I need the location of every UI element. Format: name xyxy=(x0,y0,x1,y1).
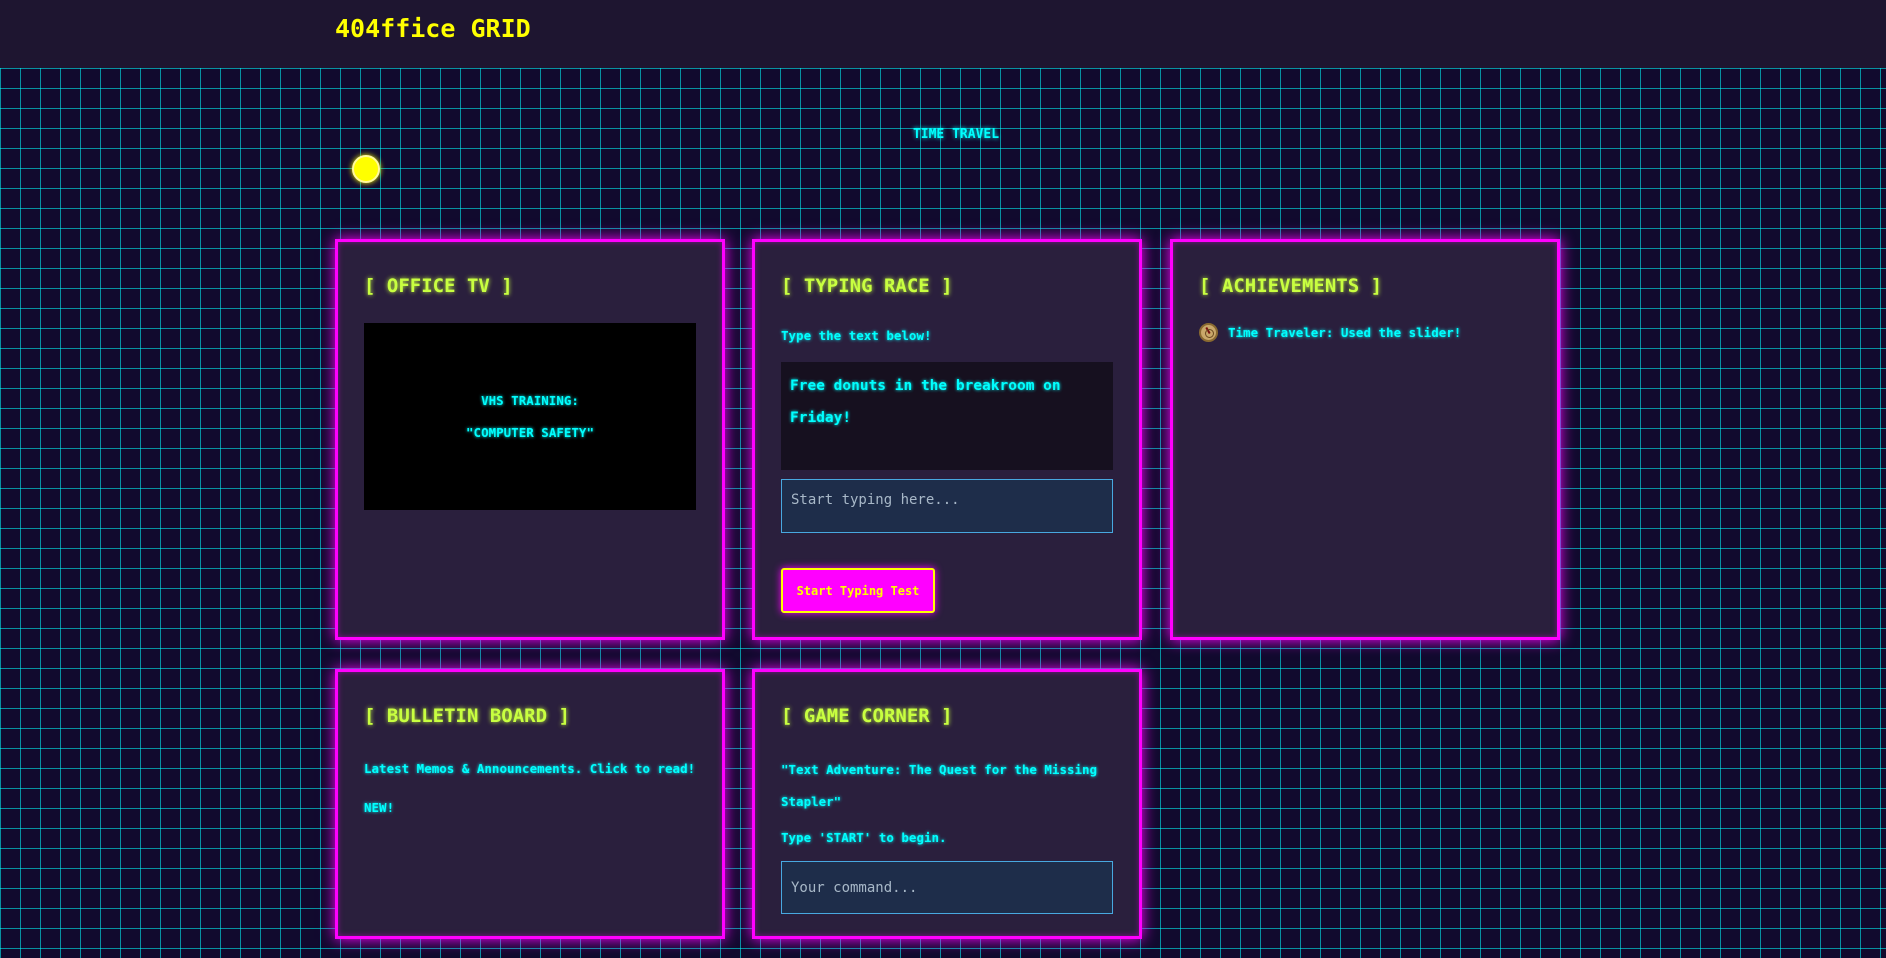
brand-logo-text[interactable]: 404ffice GRID xyxy=(335,14,531,43)
typing-race-input[interactable] xyxy=(781,479,1113,533)
typing-race-target-text: Free donuts in the breakroom on Friday! xyxy=(781,362,1113,470)
typing-race-card: [ TYPING RACE ] Type the text below! Fre… xyxy=(752,239,1142,640)
office-tv-card: [ OFFICE TV ] VHS TRAINING: "COMPUTER SA… xyxy=(335,239,725,640)
top-header: 404ffice GRID xyxy=(0,0,1886,68)
game-title: "Text Adventure: The Quest for the Missi… xyxy=(781,762,1098,809)
achievement-label: Time Traveler: Used the slider! xyxy=(1228,325,1462,340)
game-command-input[interactable] xyxy=(781,861,1113,914)
slider-thumb[interactable] xyxy=(352,155,380,183)
bulletin-board-description[interactable]: Latest Memos & Announcements. Click to r… xyxy=(364,761,695,776)
tv-screen[interactable]: VHS TRAINING: "COMPUTER SAFETY" xyxy=(364,323,696,510)
tv-screen-line2: "COMPUTER SAFETY" xyxy=(466,424,594,440)
tv-screen-line1: VHS TRAINING: xyxy=(481,392,579,408)
achievement-item: Time Traveler: Used the slider! xyxy=(1199,323,1461,342)
bulletin-board-title: [ BULLETIN BOARD ] xyxy=(364,705,570,727)
game-instruction: Type 'START' to begin. xyxy=(781,830,947,845)
slider-label: TIME TRAVEL xyxy=(912,127,1000,142)
new-badge: NEW! xyxy=(364,800,395,815)
time-travel-slider[interactable]: TIME TRAVEL xyxy=(352,127,1542,183)
achievements-title: [ ACHIEVEMENTS ] xyxy=(1199,275,1383,297)
typing-race-instruction: Type the text below! xyxy=(781,328,932,343)
typing-race-title: [ TYPING RACE ] xyxy=(781,275,953,297)
start-typing-test-button[interactable]: Start Typing Test xyxy=(781,568,935,613)
bulletin-board-card[interactable]: [ BULLETIN BOARD ] Latest Memos & Announ… xyxy=(335,669,725,939)
compass-icon xyxy=(1199,323,1218,342)
game-corner-title: [ GAME CORNER ] xyxy=(781,705,953,727)
achievements-card: [ ACHIEVEMENTS ] Time Traveler: Used the… xyxy=(1170,239,1560,640)
game-corner-card: [ GAME CORNER ] "Text Adventure: The Que… xyxy=(752,669,1142,939)
office-tv-title: [ OFFICE TV ] xyxy=(364,275,513,297)
